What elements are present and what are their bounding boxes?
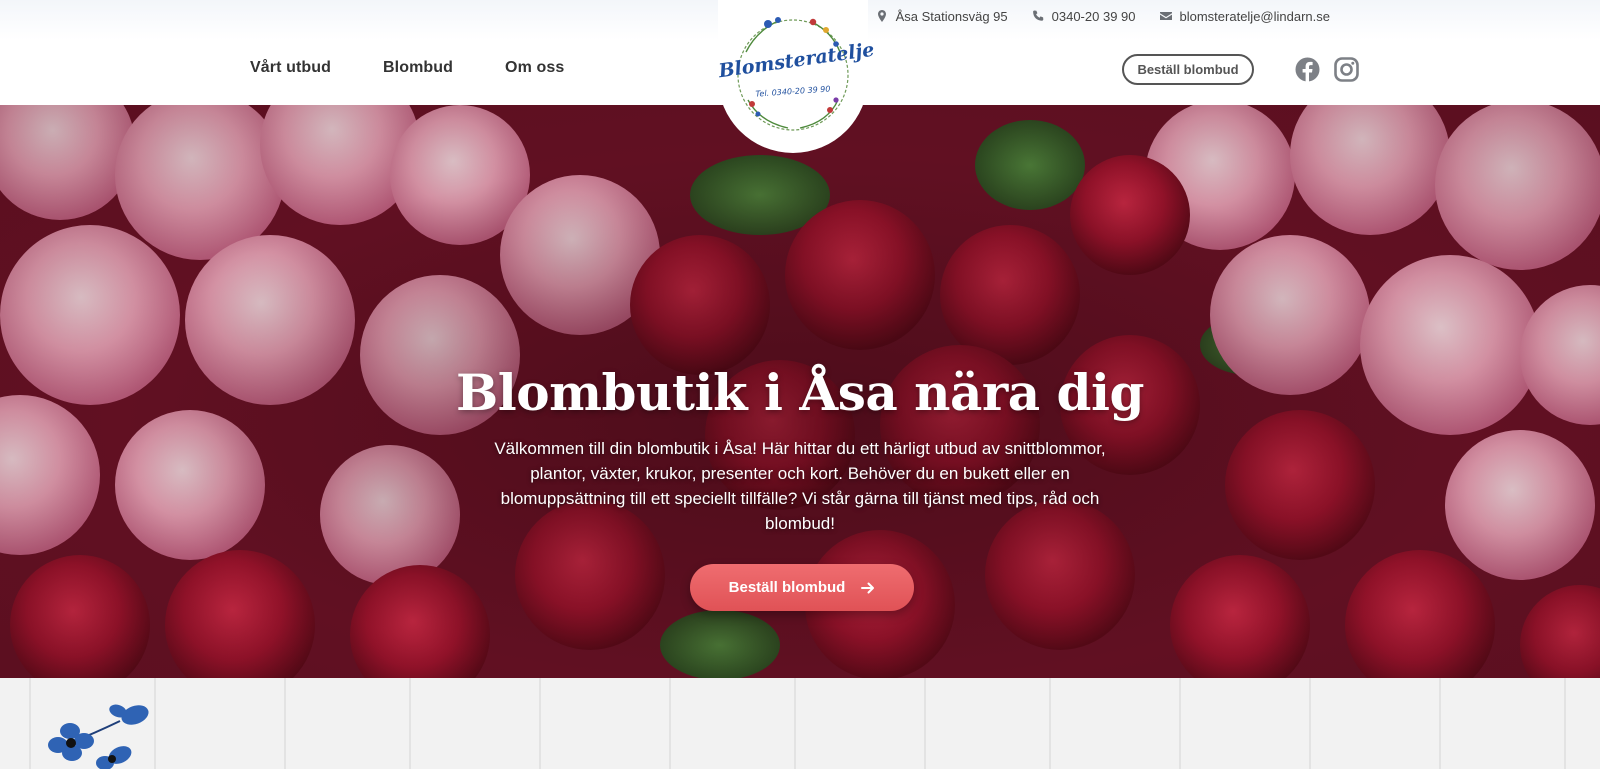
envelope-icon: [1159, 12, 1172, 20]
arrow-right-icon: [861, 582, 875, 593]
main-nav: Vårt utbud Blombud Om oss: [250, 59, 564, 77]
hero-order-button[interactable]: Beställ blombud: [690, 564, 914, 611]
email-text: blomsteratelje@lindarn.se: [1179, 8, 1331, 24]
wood-planks-texture: [0, 678, 1600, 769]
instagram-icon[interactable]: [1334, 57, 1359, 82]
hero-section: Blombutik i Åsa nära dig Välkommen till …: [0, 105, 1600, 678]
email-item[interactable]: blomsteratelje@lindarn.se: [1159, 7, 1331, 25]
phone-text: 0340-20 39 90: [1051, 8, 1136, 24]
brand-logo[interactable]: Blomsteratelje Tel. 0340-20 39 90: [717, 0, 876, 153]
content-section-background: [0, 678, 1600, 769]
address-text: Åsa Stationsväg 95: [895, 8, 1008, 24]
nav-item-om-oss[interactable]: Om oss: [505, 59, 564, 77]
contact-bar: Åsa Stationsväg 95 0340-20 39 90 blomste…: [876, 7, 1330, 25]
phone-icon: [1032, 10, 1043, 21]
facebook-icon[interactable]: [1295, 57, 1320, 82]
hero-description: Välkommen till din blombutik i Åsa! Här …: [494, 439, 1106, 533]
phone-item[interactable]: 0340-20 39 90: [1032, 7, 1136, 25]
hero-title: Blombutik i Åsa nära dig: [456, 363, 1144, 422]
social-links: [1295, 57, 1359, 82]
hero-order-label: Beställ blombud: [728, 579, 846, 596]
map-pin-icon: [877, 10, 886, 22]
order-delivery-button[interactable]: Beställ blombud: [1122, 54, 1254, 85]
address-item: Åsa Stationsväg 95: [876, 7, 1008, 25]
nav-item-blombud[interactable]: Blombud: [383, 59, 453, 77]
nav-item-utbud[interactable]: Vårt utbud: [250, 59, 331, 77]
blue-flower-decoration: [48, 704, 149, 769]
